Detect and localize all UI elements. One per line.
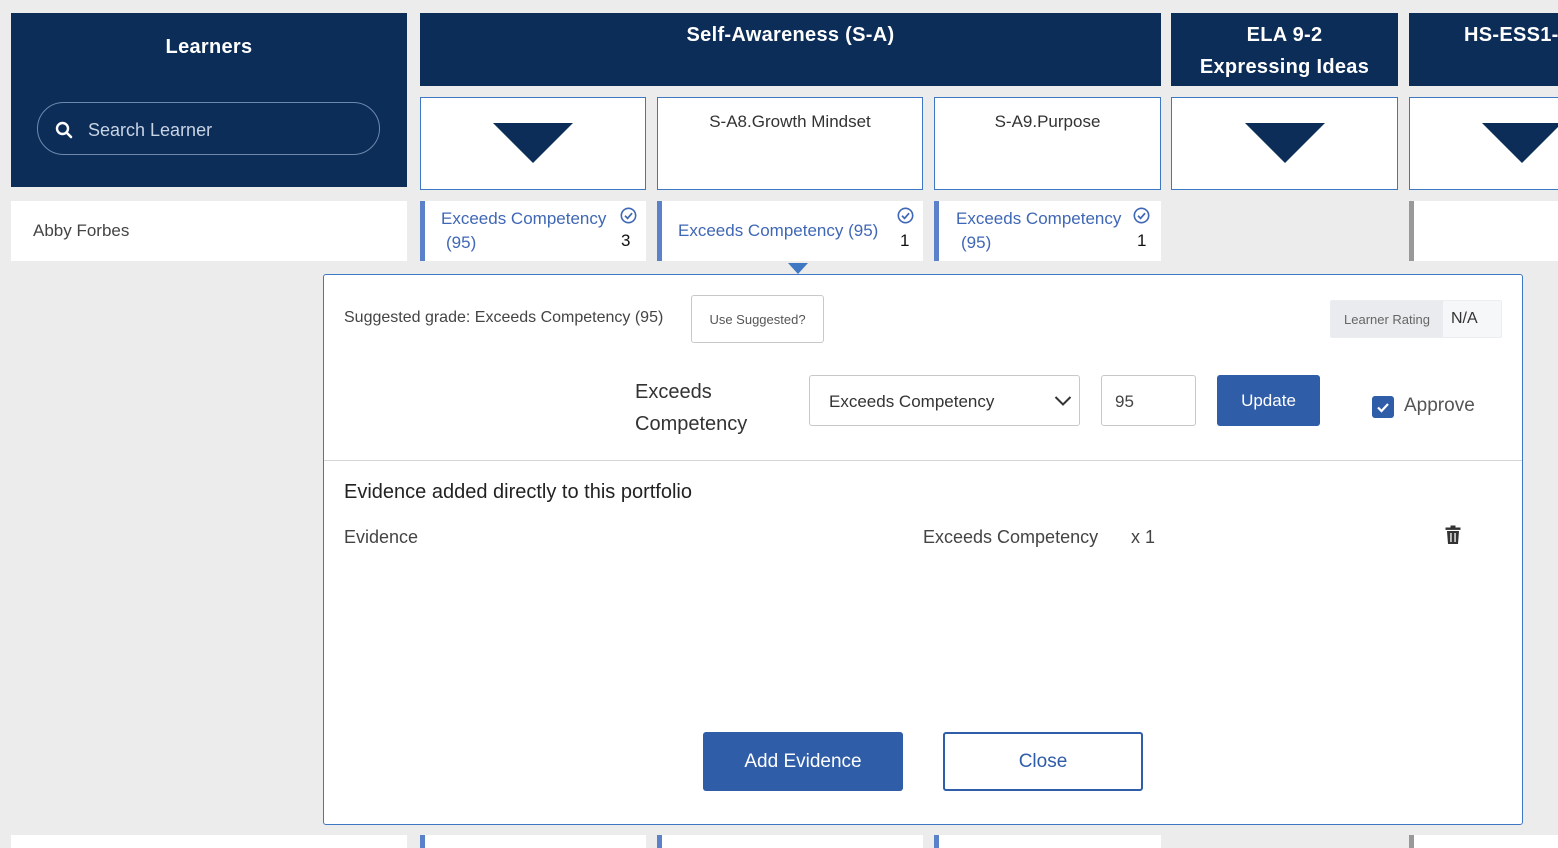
- grade-detail-panel: Suggested grade: Exceeds Competency (95)…: [323, 274, 1523, 825]
- learner-rating-label: Learner Rating: [1331, 301, 1443, 337]
- use-suggested-label: Use Suggested?: [709, 311, 806, 327]
- grade-level-line1: Exceeds: [635, 381, 712, 403]
- score-value: 95: [1115, 392, 1134, 411]
- subcol-growth-mindset[interactable]: S-A8.Growth Mindset: [657, 97, 923, 190]
- grade-cell-text: Exceeds Competency (95): [678, 219, 878, 243]
- collapse-triangle-icon: [493, 123, 573, 163]
- evidence-count: x 1: [1131, 527, 1156, 547]
- collapse-triangle-icon: [1482, 123, 1558, 163]
- check-circle-icon: [1133, 207, 1150, 224]
- update-button[interactable]: Update: [1217, 375, 1320, 426]
- update-label: Update: [1241, 390, 1296, 410]
- subcol-purpose-label: S-A9.Purpose: [994, 112, 1101, 131]
- search-input[interactable]: [86, 115, 360, 145]
- evidence-count: 1: [900, 231, 910, 250]
- hs-header: HS-ESS1-: [1409, 13, 1558, 86]
- subcol-collapse-ela[interactable]: [1171, 97, 1398, 190]
- subcol-purpose[interactable]: S-A9.Purpose: [934, 97, 1161, 190]
- trash-icon[interactable]: [1444, 525, 1462, 545]
- ela-header: ELA 9-2 Expressing Ideas: [1171, 13, 1398, 86]
- subcol-collapse-hs[interactable]: [1409, 97, 1558, 190]
- evidence-count: 1: [1137, 231, 1147, 250]
- grade-level-label: Exceeds Competency: [635, 376, 747, 440]
- hs-header-title: HS-ESS1-: [1464, 24, 1558, 46]
- collapse-triangle-icon: [1245, 123, 1325, 163]
- use-suggested-button[interactable]: Use Suggested?: [691, 295, 824, 343]
- self-awareness-header: Self-Awareness (S-A): [420, 13, 1161, 86]
- subcol-collapse-1[interactable]: [420, 97, 646, 190]
- grade-text-line2: (95): [446, 233, 477, 252]
- close-button[interactable]: Close: [943, 732, 1143, 791]
- next-row-cell[interactable]: [657, 835, 923, 848]
- learner-rating-box: Learner Rating N/A: [1330, 300, 1502, 338]
- grade-level-line2: Competency: [635, 413, 748, 435]
- ela-header-line1: ELA 9-2: [1246, 24, 1323, 46]
- add-evidence-button[interactable]: Add Evidence: [703, 732, 903, 791]
- evidence-row: Evidence Exceeds Competency x 1: [324, 515, 1522, 555]
- approve-checkbox[interactable]: [1372, 396, 1394, 418]
- subcol-growth-label: S-A8.Growth Mindset: [709, 112, 871, 131]
- score-input[interactable]: 95: [1101, 375, 1196, 426]
- grade-text-line2: (95): [961, 233, 992, 252]
- next-row-cell[interactable]: [1409, 835, 1558, 848]
- learner-name-cell[interactable]: Abby Forbes: [11, 201, 407, 261]
- evidence-count: 3: [621, 231, 631, 250]
- grade-select[interactable]: Exceeds Competency: [809, 375, 1080, 426]
- ela-header-line2: Expressing Ideas: [1199, 56, 1370, 78]
- close-label: Close: [1018, 750, 1068, 772]
- search-learner-field[interactable]: [37, 102, 380, 155]
- grade-select-value: Exceeds Competency: [829, 392, 995, 411]
- evidence-section-title: Evidence added directly to this portfoli…: [344, 481, 692, 503]
- next-row-cell[interactable]: [934, 835, 1161, 848]
- checkmark-icon: [1377, 403, 1389, 413]
- search-icon: [55, 121, 73, 139]
- check-circle-icon: [620, 207, 637, 224]
- learners-header-title: Learners: [165, 36, 253, 58]
- grade-cell-hs-empty[interactable]: [1409, 201, 1558, 261]
- learner-rating-value: N/A: [1451, 310, 1478, 327]
- grade-text-line1: Exceeds Competency: [441, 209, 607, 228]
- approve-label[interactable]: Approve: [1404, 395, 1475, 417]
- learner-name: Abby Forbes: [33, 221, 130, 240]
- grade-cell-purpose[interactable]: Exceeds Competency (95) 1: [934, 201, 1161, 261]
- evidence-grade: Exceeds Competency: [923, 527, 1099, 547]
- grade-text-line1: Exceeds Competency (95): [678, 221, 879, 240]
- self-awareness-header-title: Self-Awareness (S-A): [686, 24, 895, 46]
- next-row-learner-cell[interactable]: [11, 835, 407, 848]
- learners-header: Learners: [11, 13, 407, 187]
- grade-text-line1: Exceeds Competency: [956, 209, 1122, 228]
- panel-divider: [324, 460, 1522, 461]
- suggested-grade-text: Suggested grade: Exceeds Competency (95): [344, 309, 664, 326]
- add-evidence-label: Add Evidence: [744, 750, 862, 772]
- evidence-name[interactable]: Evidence: [344, 527, 418, 548]
- grade-cell-text: Exceeds Competency (95): [956, 207, 1121, 255]
- grade-cell-text: Exceeds Competency (95): [441, 207, 606, 255]
- chevron-down-icon: [1054, 396, 1072, 406]
- grade-cell-self-awareness[interactable]: Exceeds Competency (95) 3: [420, 201, 646, 261]
- check-circle-icon: [897, 207, 914, 224]
- grade-cell-growth-mindset[interactable]: Exceeds Competency (95) 1: [657, 201, 923, 261]
- next-row-cell[interactable]: [420, 835, 646, 848]
